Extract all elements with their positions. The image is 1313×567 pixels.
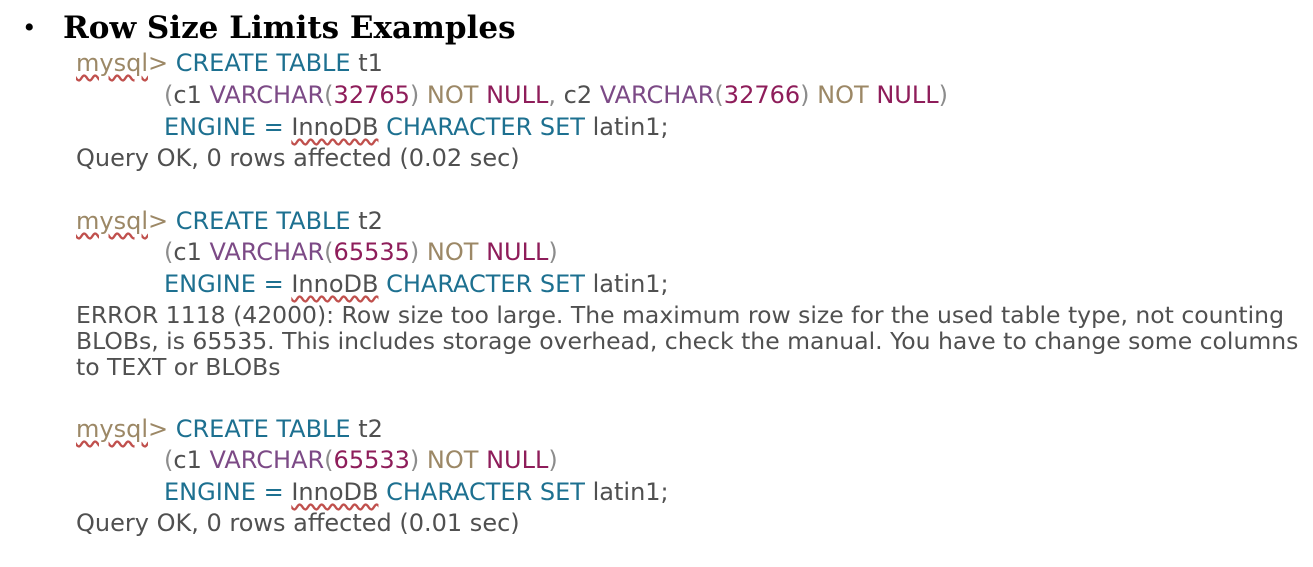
example-1-engine-line: ENGINE = InnoDB CHARACTER SET latin1; xyxy=(164,113,669,141)
mysql-prompt: mysql xyxy=(76,207,148,235)
example-3-columns-line: (c1 VARCHAR(65533) NOT NULL) xyxy=(164,446,558,474)
example-2-engine-line: ENGINE = InnoDB CHARACTER SET latin1; xyxy=(164,270,669,298)
example-1-create-line: mysql> CREATE TABLE t1 xyxy=(76,49,383,77)
slide-title: Row Size Limits Examples xyxy=(63,10,516,46)
example-1-columns-line: (c1 VARCHAR(32765) NOT NULL, c2 VARCHAR(… xyxy=(164,81,948,109)
mysql-prompt: mysql xyxy=(76,415,148,443)
mysql-prompt: mysql xyxy=(76,49,148,77)
example-3-result: Query OK, 0 rows affected (0.01 sec) xyxy=(76,509,520,537)
example-3-engine-line: ENGINE = InnoDB CHARACTER SET latin1; xyxy=(164,478,669,506)
example-2-create-line: mysql> CREATE TABLE t2 xyxy=(76,207,383,235)
example-2-error-message: ERROR 1118 (42000): Row size too large. … xyxy=(76,301,1299,381)
slide: • Row Size Limits Examples mysql> CREATE… xyxy=(0,0,1313,567)
example-3-create-line: mysql> CREATE TABLE t2 xyxy=(76,415,383,443)
example-2-columns-line: (c1 VARCHAR(65535) NOT NULL) xyxy=(164,238,558,266)
bullet-marker: • xyxy=(24,11,35,44)
example-1-result: Query OK, 0 rows affected (0.02 sec) xyxy=(76,144,520,172)
